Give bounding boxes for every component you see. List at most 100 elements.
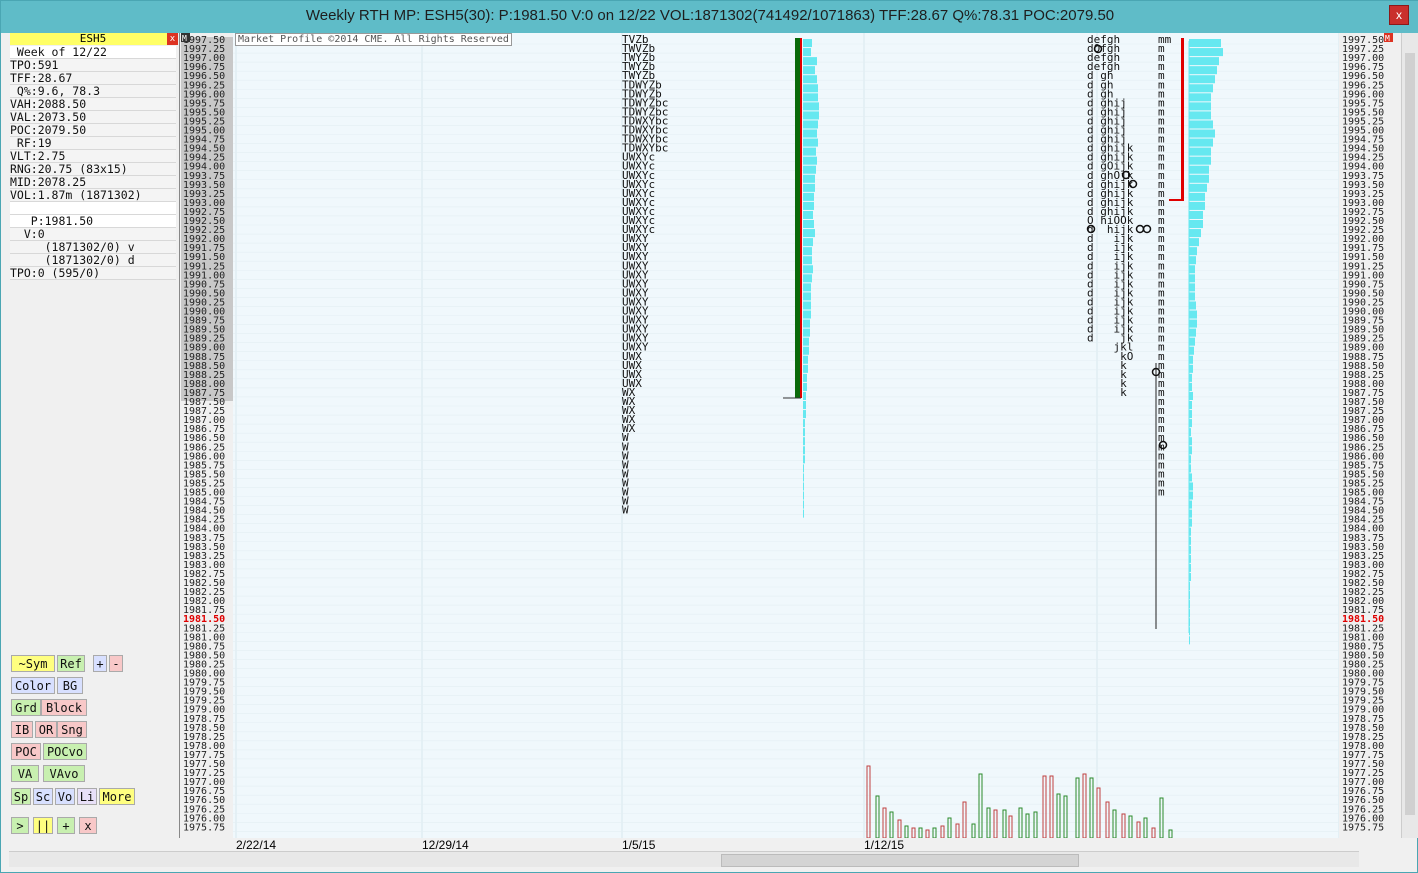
volume-profile-bar (803, 48, 811, 57)
volume-profile-bar (803, 346, 809, 355)
volume-profile-bar (1189, 210, 1203, 219)
market-profile-chart[interactable]: 1997.50 1997.25 1997.00 1996.75 1996.50 1996.… (181, 33, 1339, 838)
volume-profile-bar (803, 129, 817, 138)
volume-profile-bar (1189, 618, 1190, 627)
title-bar[interactable]: Weekly RTH MP: ESH5(30): P:1981.50 V:0 o… (1, 1, 1418, 33)
symbol-header[interactable]: ESH5 (10, 33, 176, 45)
volume-profile-bar (1189, 84, 1213, 93)
volume-profile-bar (1189, 636, 1190, 645)
close-button[interactable]: x (79, 817, 97, 834)
volume-profile-bar (1189, 527, 1191, 536)
volume-bar (1042, 775, 1047, 838)
volume-profile-bar (1189, 563, 1191, 572)
volume-bar (1089, 777, 1094, 838)
vertical-scrollbar[interactable] (1401, 33, 1418, 838)
volume-bar (889, 811, 894, 838)
tpo-open-marker (1135, 224, 1145, 234)
panel-close-icon[interactable]: x (167, 33, 178, 45)
sp-button[interactable]: Sp (11, 788, 31, 805)
chart-canvas: 1997.501997.251997.001996.751996.501996.… (181, 33, 1339, 838)
volume-bar (1033, 811, 1038, 838)
volume-bar (947, 817, 952, 838)
va-vo-button[interactable]: VAvo (43, 765, 85, 782)
block-button[interactable]: Block (41, 699, 87, 716)
volume-profile-bar (803, 319, 810, 328)
play-button[interactable]: > (11, 817, 29, 834)
volume-profile-bar (1189, 274, 1195, 283)
grid-button[interactable]: Grd (11, 699, 41, 716)
volume-bar (1082, 773, 1087, 838)
volume-bar (993, 809, 998, 838)
volume-profile-bar (803, 428, 805, 437)
volume-profile-bar (803, 401, 806, 410)
volume-bar (1128, 815, 1133, 838)
ref-button[interactable]: Ref (57, 655, 85, 672)
sc-button[interactable]: Sc (33, 788, 53, 805)
volume-profile-bar (803, 410, 806, 419)
volume-bar (1143, 817, 1148, 838)
date-label: 12/29/14 (422, 838, 469, 852)
volume-bar (1112, 809, 1117, 838)
volume-profile-bar (803, 337, 809, 346)
horizontal-scrollbar[interactable] (9, 851, 1359, 867)
volume-profile-bar (1189, 229, 1201, 238)
li-button[interactable]: Li (77, 788, 97, 805)
plus-button[interactable]: + (93, 655, 107, 672)
volume-profile-bar (1189, 536, 1191, 545)
volume-profile-bar (1189, 301, 1196, 310)
volume-profile-bar (1189, 120, 1213, 129)
window-title: Weekly RTH MP: ESH5(30): P:1981.50 V:0 o… (305, 7, 1115, 24)
more-button[interactable]: More (99, 788, 135, 805)
ib-button[interactable]: IB (11, 721, 33, 738)
volume-profile-bar (1189, 201, 1205, 210)
volume-bar (986, 807, 991, 838)
singles-button[interactable]: Sng (57, 721, 87, 738)
volume-bar (1063, 795, 1068, 838)
volume-profile-bar (803, 84, 818, 93)
volume-profile-bar (1189, 428, 1191, 437)
volume-profile-bar (803, 391, 806, 400)
volume-profile-bar (1189, 75, 1215, 84)
volume-bar (1018, 807, 1023, 838)
va-button[interactable]: VA (11, 765, 39, 782)
vertical-scroll-thumb[interactable] (1405, 53, 1415, 815)
poc-vo-button[interactable]: POCvo (43, 743, 87, 760)
volume-profile-bar (1189, 256, 1196, 265)
volume-profile-bar (1189, 437, 1192, 446)
plus-button[interactable]: + (57, 817, 75, 834)
volume-profile-bar (803, 274, 812, 283)
volume-profile-bar (1189, 355, 1193, 364)
volume-profile-bar (803, 482, 804, 491)
volume-bar (897, 819, 902, 838)
volume-profile-bar (1189, 500, 1192, 509)
horizontal-scroll-thumb[interactable] (721, 854, 1079, 867)
volume-profile-bar (803, 328, 810, 337)
volume-profile-bar (1189, 600, 1190, 609)
color-button[interactable]: Color (11, 677, 55, 694)
volume-profile-bar (803, 509, 804, 518)
volume-profile-bar (1189, 111, 1211, 120)
symbol-button[interactable]: ~Sym (11, 655, 55, 672)
price-axis-right: 1997.50 1997.25 1997.00 1996.75 1996.50 1996.… (1339, 33, 1393, 838)
volume-profile-bar (803, 201, 814, 210)
or-button[interactable]: OR (35, 721, 57, 738)
volume-bar (1049, 775, 1054, 838)
bg-button[interactable]: BG (57, 677, 83, 694)
volume-profile-bar (1189, 129, 1215, 138)
volume-profile-bar (803, 192, 814, 201)
volume-profile-bar (803, 292, 811, 301)
volume-profile-bar (1189, 446, 1192, 455)
volume-profile-bar (803, 138, 818, 147)
pause-button[interactable]: || (33, 817, 53, 834)
volume-profile-bar (1189, 382, 1192, 391)
close-window-button[interactable]: x (1389, 5, 1409, 25)
volume-profile-bar (803, 66, 815, 75)
volume-bar (962, 801, 967, 838)
poc-button[interactable]: POC (11, 743, 41, 760)
volume-profile-bar (1189, 238, 1199, 247)
volume-profile-bar (803, 247, 812, 256)
minus-button[interactable]: - (109, 655, 123, 672)
vo-button[interactable]: Vo (55, 788, 75, 805)
volume-profile-bar (1189, 183, 1207, 192)
volume-profile-bar (803, 473, 804, 482)
